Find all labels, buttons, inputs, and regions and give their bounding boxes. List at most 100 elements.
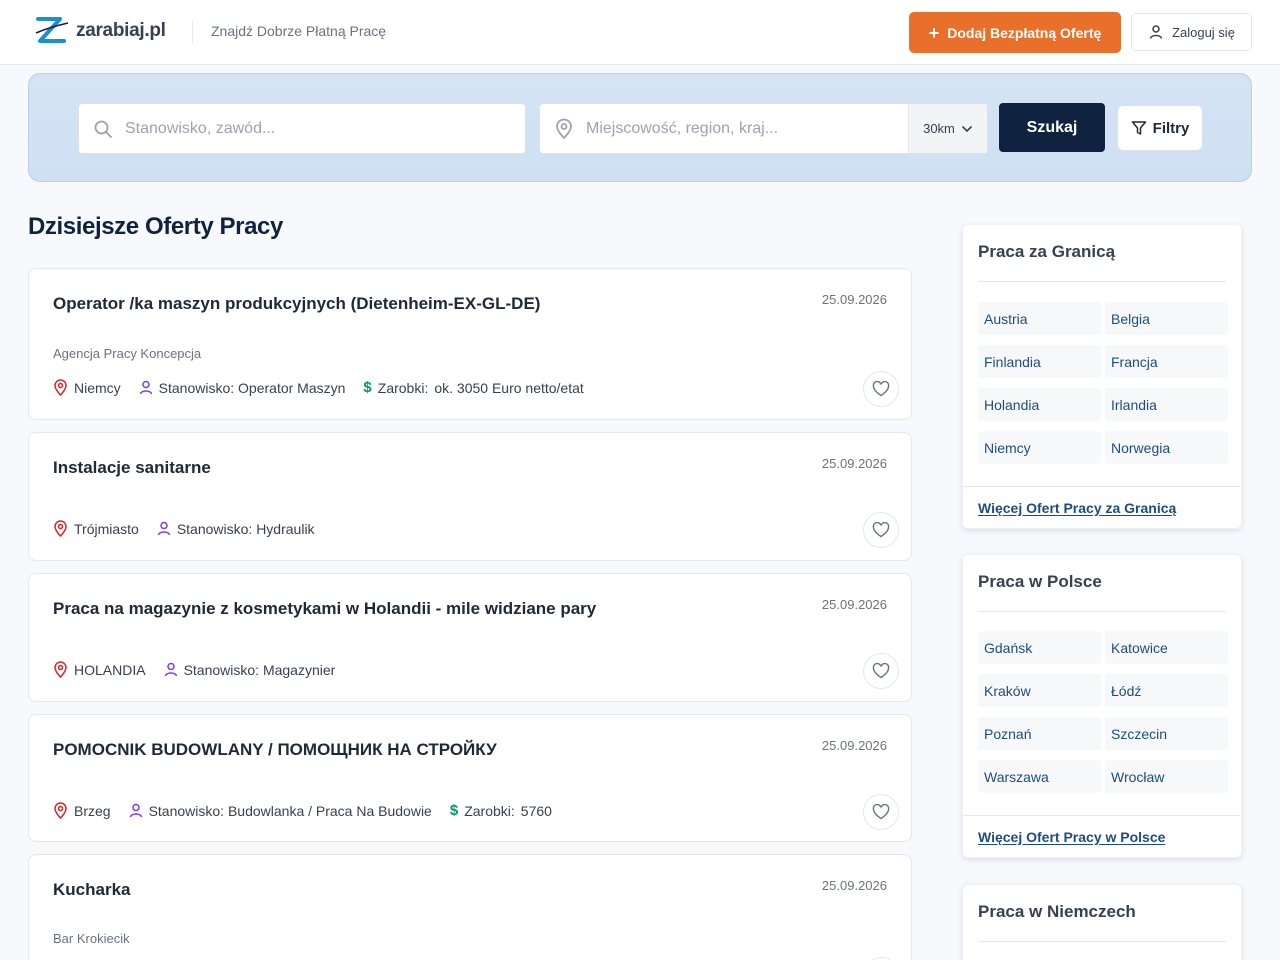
logo[interactable]: zarabiaj.pl bbox=[34, 13, 166, 49]
tagline: Znajdź Dobrze Płatną Pracę bbox=[211, 23, 387, 39]
add-offer-label: Dodaj Bezpłatną Ofertę bbox=[947, 24, 1102, 41]
filters-label: Filtry bbox=[1152, 119, 1190, 137]
job-position: Stanowisko: Operator Maszyn bbox=[139, 379, 346, 396]
sidebar-link-wroclaw[interactable]: Wrocław bbox=[1105, 760, 1228, 793]
job-date: 25.09.2026 bbox=[821, 456, 887, 471]
favorite-button[interactable] bbox=[863, 653, 899, 689]
job-card[interactable]: POMOCNIK BUDOWLANY / ПОМОЩНИК НА СТРОЙКУ… bbox=[28, 714, 912, 842]
job-location-text: Brzeg bbox=[74, 802, 111, 819]
favorite-button[interactable] bbox=[863, 794, 899, 830]
filter-icon bbox=[1131, 121, 1146, 135]
location-search-box: 30km bbox=[539, 103, 988, 154]
sidebar-link-katowice[interactable]: Katowice bbox=[1105, 631, 1228, 664]
more-poland-link[interactable]: Więcej Ofert Pracy w Polsce bbox=[963, 815, 1241, 857]
user-icon bbox=[1149, 25, 1163, 39]
sidebar-link-niemcy[interactable]: Niemcy bbox=[978, 431, 1101, 464]
job-search-box bbox=[78, 103, 526, 154]
logo-icon bbox=[35, 17, 69, 43]
radius-value: 30km bbox=[923, 121, 955, 136]
radius-select[interactable]: 30km bbox=[908, 104, 987, 153]
job-meta: Brzeg Stanowisko: Budowlanka / Praca Na … bbox=[53, 802, 552, 819]
tagline-divider bbox=[192, 21, 193, 43]
page-title: Dzisiejsze Oferty Pracy bbox=[28, 213, 283, 240]
job-meta: HOLANDIA Stanowisko: Magazynier bbox=[53, 661, 335, 678]
login-button[interactable]: Zaloguj się bbox=[1131, 13, 1252, 51]
sidebar-link-francja[interactable]: Francja bbox=[1105, 345, 1228, 378]
favorite-button[interactable] bbox=[863, 512, 899, 548]
person-icon bbox=[139, 380, 152, 395]
sidebar-link-gdansk[interactable]: Gdańsk bbox=[978, 631, 1101, 664]
job-salary-label: Zarobki: bbox=[464, 802, 515, 819]
location-pin-icon bbox=[554, 118, 574, 140]
divider bbox=[978, 281, 1226, 282]
divider bbox=[978, 611, 1226, 612]
job-position: Stanowisko: Magazynier bbox=[164, 661, 336, 678]
filters-button[interactable]: Filtry bbox=[1117, 105, 1203, 151]
sidebar-link-finlandia[interactable]: Finlandia bbox=[978, 345, 1101, 378]
job-position-text: Stanowisko: Magazynier bbox=[183, 661, 336, 678]
job-search-input[interactable] bbox=[125, 104, 525, 153]
job-position-text: Stanowisko: Operator Maszyn bbox=[158, 379, 346, 396]
search-button[interactable]: Szukaj bbox=[999, 103, 1105, 152]
heart-icon bbox=[872, 663, 890, 679]
job-card[interactable]: Instalacje sanitarne 25.09.2026 Trójmias… bbox=[28, 432, 912, 561]
job-location: Niemcy bbox=[53, 379, 121, 396]
sidebar-link-lodz[interactable]: Łódź bbox=[1105, 674, 1228, 707]
job-date: 25.09.2026 bbox=[821, 878, 887, 893]
person-icon bbox=[129, 803, 142, 818]
plus-icon: + bbox=[928, 22, 940, 43]
login-label: Zaloguj się bbox=[1172, 24, 1235, 40]
sidebar-link-norwegia[interactable]: Norwegia bbox=[1105, 431, 1228, 464]
job-title[interactable]: Kucharka bbox=[53, 880, 130, 900]
location-search-input[interactable] bbox=[586, 104, 908, 153]
job-date: 25.09.2026 bbox=[821, 597, 887, 612]
sidebar-title: Praca za Granicą bbox=[978, 242, 1116, 261]
sidebar-title: Praca w Niemczech bbox=[978, 902, 1136, 921]
job-card[interactable]: Praca na magazynie z kosmetykami w Holan… bbox=[28, 573, 912, 702]
sidebar-abroad: Praca za Granicą Austria Belgia Finlandi… bbox=[962, 224, 1242, 529]
job-title[interactable]: Instalacje sanitarne bbox=[53, 458, 211, 478]
job-title[interactable]: Praca na magazynie z kosmetykami w Holan… bbox=[53, 599, 596, 619]
job-card[interactable]: Operator /ka maszyn produkcyjnych (Diete… bbox=[28, 268, 912, 420]
sidebar-link-krakow[interactable]: Kraków bbox=[978, 674, 1101, 707]
logo-text: zarabiaj.pl bbox=[76, 20, 166, 41]
job-position: Stanowisko: Budowlanka / Praca Na Budowi… bbox=[129, 803, 432, 819]
heart-icon bbox=[872, 381, 890, 397]
person-icon bbox=[157, 521, 171, 536]
job-location: HOLANDIA bbox=[53, 661, 146, 678]
search-panel: 30km Szukaj Filtry bbox=[28, 73, 1252, 182]
job-position-text: Stanowisko: Budowlanka / Praca Na Budowi… bbox=[148, 802, 432, 819]
sidebar-link-poznan[interactable]: Poznań bbox=[978, 717, 1101, 750]
sidebar-link-belgia[interactable]: Belgia bbox=[1105, 302, 1228, 335]
job-salary-text: 5760 bbox=[520, 802, 552, 819]
sidebar-title: Praca w Polsce bbox=[978, 572, 1102, 591]
job-location-text: Niemcy bbox=[74, 379, 121, 396]
job-meta: Trójmiasto Stanowisko: Hydraulik bbox=[53, 520, 315, 537]
job-salary: $ Zarobki: 5760 bbox=[450, 802, 552, 819]
job-salary-text: ok. 3050 Euro netto/etat bbox=[434, 379, 584, 396]
heart-icon bbox=[872, 804, 890, 820]
dollar-icon: $ bbox=[363, 379, 372, 396]
sidebar-link-irlandia[interactable]: Irlandia bbox=[1105, 388, 1228, 421]
job-meta: Niemcy Stanowisko: Operator Maszyn $ Zar… bbox=[53, 379, 584, 396]
job-company: Agencja Pracy Koncepcja bbox=[53, 346, 202, 361]
person-icon bbox=[164, 662, 177, 677]
location-pin-icon bbox=[54, 802, 67, 819]
job-company: Bar Krokiecik bbox=[53, 931, 130, 946]
heart-icon bbox=[872, 522, 890, 538]
site-header: zarabiaj.pl Znajdź Dobrze Płatną Pracę +… bbox=[0, 0, 1280, 65]
sidebar-link-szczecin[interactable]: Szczecin bbox=[1105, 717, 1228, 750]
sidebar-link-warszawa[interactable]: Warszawa bbox=[978, 760, 1101, 793]
job-title[interactable]: POMOCNIK BUDOWLANY / ПОМОЩНИК НА СТРОЙКУ bbox=[53, 740, 497, 760]
more-abroad-link[interactable]: Więcej Ofert Pracy za Granicą bbox=[963, 486, 1241, 528]
job-card[interactable]: Kucharka 25.09.2026 Bar Krokiecik bbox=[28, 854, 912, 960]
job-salary: $ Zarobki: ok. 3050 Euro netto/etat bbox=[363, 379, 583, 396]
favorite-button[interactable] bbox=[863, 371, 899, 407]
country-links: Austria Belgia Finlandia Francja Holandi… bbox=[978, 302, 1228, 464]
location-pin-icon bbox=[54, 379, 67, 396]
add-offer-button[interactable]: + Dodaj Bezpłatną Ofertę bbox=[909, 12, 1121, 53]
sidebar-link-austria[interactable]: Austria bbox=[978, 302, 1101, 335]
sidebar-link-holandia[interactable]: Holandia bbox=[978, 388, 1101, 421]
job-title[interactable]: Operator /ka maszyn produkcyjnych (Diete… bbox=[53, 294, 540, 314]
job-position: Stanowisko: Hydraulik bbox=[157, 521, 315, 537]
